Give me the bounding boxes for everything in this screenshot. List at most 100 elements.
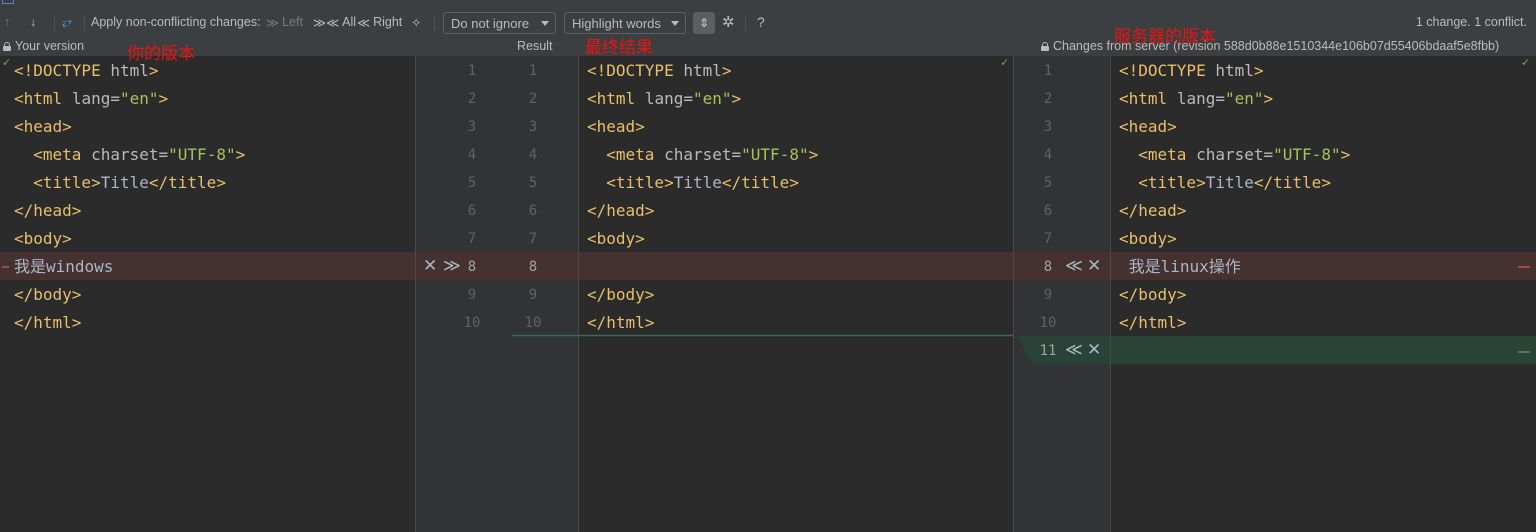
code-line: <title>Title</title> [1138, 173, 1331, 192]
highlight-dropdown-value: Highlight words [572, 15, 661, 31]
apply-right-button[interactable]: ≪ Right [357, 11, 402, 33]
help-icon[interactable]: ? [757, 11, 765, 33]
left-pane-title: Your version [15, 39, 85, 53]
annotation-your-version: 你的版本 [127, 44, 195, 64]
code-line: <body> [1119, 229, 1177, 248]
accept-right-change-icon[interactable]: ≪ [1065, 252, 1083, 280]
code-line: <html lang="en"> [587, 89, 742, 108]
code-line: <meta charset="UTF-8"> [606, 145, 819, 164]
window-icon [2, 0, 14, 4]
code-line: <meta charset="UTF-8"> [33, 145, 246, 164]
line-number: 5 [467, 175, 477, 191]
divider [415, 56, 416, 532]
code-line: 我是windows [14, 257, 114, 276]
conflict-stripe-marker [2, 266, 9, 268]
code-line: </head> [1119, 201, 1187, 220]
line-number: 3 [467, 119, 477, 135]
code-line: </html> [1119, 313, 1187, 332]
change-status-text: 1 change. 1 conflict. [1415, 15, 1527, 29]
lock-icon [3, 41, 11, 51]
line-number: 8 [528, 259, 538, 275]
left-gutter-conflict-highlight [416, 252, 578, 280]
code-line: </head> [14, 201, 82, 220]
right-pane-header: Changes from server (revision 588d0b88e1… [1041, 39, 1499, 53]
line-number: 6 [1043, 203, 1053, 219]
code-line: </body> [14, 285, 82, 304]
code-line: <!DOCTYPE html> [1119, 61, 1264, 80]
divider [578, 56, 579, 532]
code-line: </body> [1119, 285, 1187, 304]
line-number: 9 [467, 287, 477, 303]
ignore-left-change-icon[interactable]: ✕ [423, 252, 437, 280]
magic-wand-icon[interactable]: ✧ [411, 11, 421, 33]
code-line: </html> [14, 313, 82, 332]
no-errors-check-icon: ✓ [1000, 56, 1010, 69]
code-line: <title>Title</title> [33, 173, 226, 192]
code-line: <html lang="en"> [1119, 89, 1274, 108]
apply-non-conflicting-label: Apply non-conflicting changes: [91, 15, 261, 29]
line-number: 3 [1043, 119, 1053, 135]
left-result-gutter [416, 56, 578, 532]
code-line: <meta charset="UTF-8"> [1138, 145, 1351, 164]
chevron-down-icon [541, 21, 549, 26]
line-number: 5 [1043, 175, 1053, 191]
result-conflict-highlight [579, 252, 1013, 280]
line-number: 2 [467, 91, 477, 107]
toolbar-separator [745, 15, 746, 31]
line-number: 1 [528, 63, 538, 79]
apply-left-button[interactable]: ≫ Left [266, 11, 303, 33]
line-number: 7 [1043, 231, 1053, 247]
next-difference-icon[interactable]: ↓ [30, 11, 36, 33]
toolbar-separator [54, 15, 55, 31]
right-insert-highlight [1111, 336, 1536, 364]
merge-toolbar: ↑ ↓ ⥂ Apply non-conflicting changes: ≫ Le… [0, 5, 1536, 39]
ignore-right-insert-icon[interactable]: ✕ [1087, 336, 1101, 364]
left-pane-header: Your version [3, 39, 84, 53]
divider [1013, 56, 1014, 532]
whitespace-ignore-dropdown[interactable]: Do not ignore [443, 12, 556, 34]
line-number: 8 [467, 259, 477, 275]
annotation-server-version: 服务器的版本 [1114, 27, 1216, 47]
highlight-mode-dropdown[interactable]: Highlight words [564, 12, 686, 34]
apply-all-button[interactable]: ≫≪ All [313, 11, 356, 33]
sync-scroll-toggle-icon[interactable]: ⇕ [693, 12, 715, 34]
result-right-gutter [1014, 56, 1110, 532]
lock-icon [1041, 41, 1049, 51]
line-number: 3 [528, 119, 538, 135]
line-number: 5 [528, 175, 538, 191]
settings-gear-icon[interactable]: ✲ [722, 11, 735, 33]
ignore-dropdown-value: Do not ignore [451, 15, 530, 31]
annotation-final-result: 最终结果 [585, 38, 653, 58]
accept-left-change-icon[interactable]: ≫ [443, 252, 461, 280]
resolve-magic-icon[interactable]: ⥂ [62, 11, 72, 33]
line-number: 9 [528, 287, 538, 303]
code-line: <body> [14, 229, 72, 248]
line-number: 8 [1043, 259, 1053, 275]
no-errors-check-icon: ✓ [1521, 56, 1531, 69]
accept-right-insert-icon[interactable]: ≪ [1065, 336, 1083, 364]
code-line: </body> [587, 285, 655, 304]
result-pane-title: Result [517, 39, 553, 53]
code-line: </html> [587, 313, 655, 332]
line-number: 2 [1043, 91, 1053, 107]
line-number: 6 [467, 203, 477, 219]
line-number: 10 [524, 315, 542, 331]
line-number: 7 [467, 231, 477, 247]
line-number: 10 [1039, 315, 1057, 331]
line-number: 4 [467, 147, 477, 163]
divider [1110, 56, 1111, 532]
code-line: <head> [14, 117, 72, 136]
line-number: 4 [1043, 147, 1053, 163]
line-number: 6 [528, 203, 538, 219]
code-line: <!DOCTYPE html> [587, 61, 732, 80]
conflict-stripe-marker [1518, 266, 1530, 268]
ignore-right-change-icon[interactable]: ✕ [1087, 252, 1101, 280]
chevron-down-icon [671, 21, 679, 26]
code-line: <head> [1119, 117, 1177, 136]
line-number: 1 [1043, 63, 1053, 79]
toolbar-separator [84, 15, 85, 31]
insert-stripe-marker [1518, 351, 1530, 353]
line-number: 2 [528, 91, 538, 107]
previous-difference-icon[interactable]: ↑ [4, 11, 10, 33]
code-line: <html lang="en"> [14, 89, 169, 108]
